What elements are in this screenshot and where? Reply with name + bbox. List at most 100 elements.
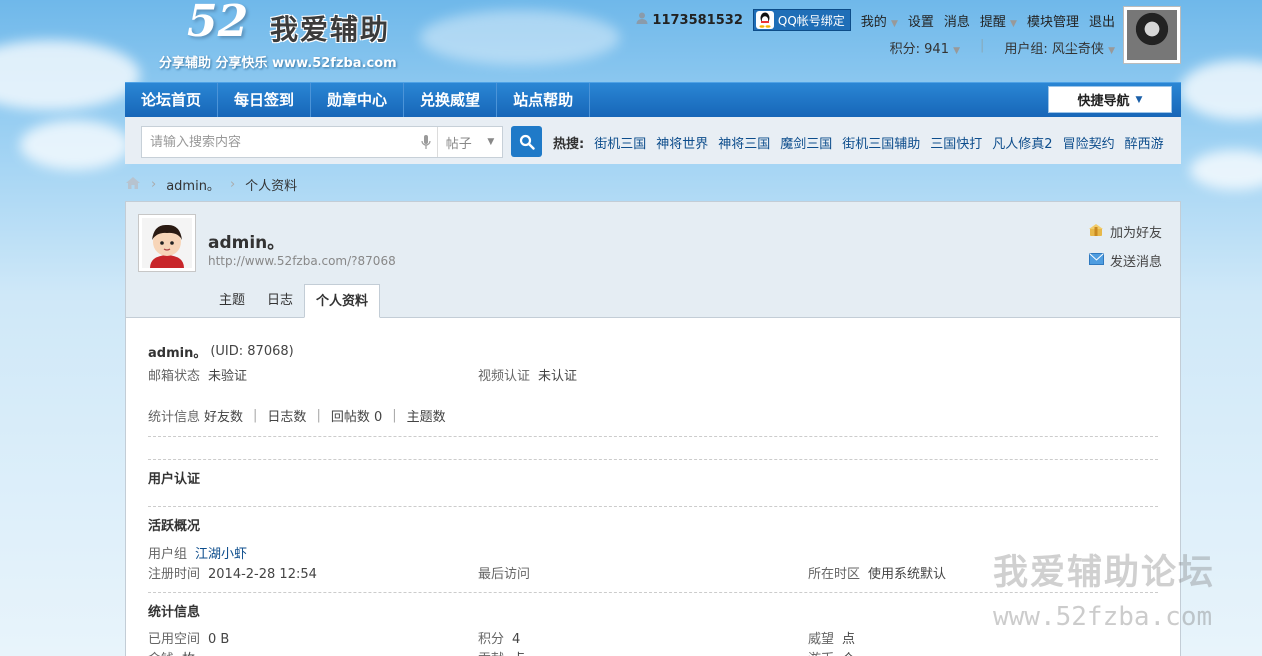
points-menu[interactable]: 积分: 941 ▼ — [890, 38, 960, 57]
home-icon[interactable] — [125, 176, 141, 194]
user-id-text: 1173581532 — [652, 12, 743, 28]
contribution-value: 点 — [512, 652, 525, 656]
hot-link[interactable]: 街机三国 — [594, 133, 646, 152]
search-type-value: 帖子 — [445, 136, 472, 152]
coin-value: 个 — [842, 652, 855, 656]
video-cert-label: 视频认证 — [478, 368, 531, 384]
user-icon — [635, 11, 649, 29]
chevron-down-icon: ▼ — [953, 46, 961, 56]
hot-searches: 热搜: 街机三国 神将世界 神将三国 魔剑三国 街机三国辅助 三国快打 凡人修真… — [553, 133, 1164, 152]
hot-link[interactable]: 三国快打 — [930, 133, 982, 152]
site-logo[interactable]: 52 我爱辅助 分享辅助 分享快乐 www.52fzba.com — [159, 0, 465, 74]
money-label: 金钱 — [148, 652, 174, 656]
qq-bind-label: QQ帐号绑定 — [777, 13, 845, 28]
blogs-count-link[interactable]: 日志数 — [267, 406, 306, 425]
remind-label: 提醒 — [979, 14, 1006, 30]
chevron-down-icon: ▼ — [1010, 18, 1017, 29]
logo-number: 52 — [187, 0, 249, 47]
settings-link[interactable]: 设置 — [908, 11, 934, 30]
module-manage-link[interactable]: 模块管理 — [1027, 11, 1079, 30]
group-link[interactable]: 江湖小虾 — [195, 543, 247, 562]
logout-link[interactable]: 退出 — [1089, 11, 1115, 30]
space-value: 0 B — [208, 631, 230, 647]
chevron-down-icon: ▼ — [890, 18, 898, 29]
replies-label: 回帖数 — [330, 409, 370, 425]
microphone-icon[interactable] — [415, 134, 437, 150]
last-visit-label: 最后访问 — [478, 566, 531, 582]
nav-item-home[interactable]: 论坛首页 — [125, 82, 219, 118]
coin-label: 游币 — [808, 652, 834, 656]
chevron-right-icon: › — [151, 177, 157, 192]
timezone-label: 所在时区 — [808, 566, 861, 582]
quick-nav-button[interactable]: 快捷导航 ▼ — [1048, 86, 1172, 113]
search-button[interactable] — [511, 126, 542, 157]
points-stat-value: 4 — [512, 631, 521, 647]
hot-link[interactable]: 凡人修真2 — [992, 133, 1052, 152]
qq-icon — [755, 11, 774, 29]
search-bar: 帖子 ▼ 热搜: 街机三国 神将世界 神将三国 魔剑三国 街机三国辅助 三国快打… — [125, 117, 1181, 164]
send-message-label: 发送消息 — [1109, 255, 1162, 270]
divider — [148, 459, 1158, 460]
hot-link[interactable]: 神将三国 — [718, 133, 770, 152]
search-icon — [519, 134, 535, 150]
nav-item-signin[interactable]: 每日签到 — [218, 82, 312, 118]
hot-link[interactable]: 冒险契约 — [1063, 133, 1115, 152]
friends-count-link[interactable]: 好友数 — [204, 406, 243, 425]
video-cert-value: 未认证 — [538, 368, 578, 384]
watermark-title: 我爱辅助论坛 — [993, 553, 1216, 593]
profile-avatar[interactable] — [138, 214, 196, 272]
user-stats-bar: 积分: 941 ▼ | 用户组: 风尘奇侠 ▼ — [890, 38, 1115, 57]
uid-value: (UID: 87068) — [210, 343, 294, 359]
nav-item-medals[interactable]: 勋章中心 — [311, 82, 405, 118]
qq-bind-button[interactable]: QQ帐号绑定 — [752, 9, 851, 31]
points-label: 积分: 941 — [889, 42, 949, 57]
search-box: 帖子 ▼ — [141, 126, 503, 158]
replies-count-link[interactable]: 回帖数 0 — [331, 406, 382, 425]
add-friend-label: 加为好友 — [1109, 226, 1162, 241]
email-status-value: 未验证 — [208, 368, 248, 384]
messages-link[interactable]: 消息 — [944, 11, 970, 30]
hot-link[interactable]: 神将世界 — [656, 133, 708, 152]
group-label: 用户组 — [148, 546, 188, 562]
user-group-menu[interactable]: 用户组: 风尘奇侠 ▼ — [1004, 38, 1115, 57]
divider: | — [980, 38, 985, 53]
caret-down-icon: ▼ — [1135, 94, 1143, 105]
envelope-icon — [1088, 252, 1104, 269]
my-menu[interactable]: 我的 ▼ — [861, 11, 898, 30]
search-input[interactable] — [142, 127, 415, 157]
my-menu-label: 我的 — [860, 14, 887, 30]
divider: | — [392, 407, 397, 423]
tab-blog[interactable]: 日志 — [256, 284, 304, 318]
hot-label: 热搜: — [553, 137, 585, 152]
breadcrumb-user[interactable]: admin。 — [166, 175, 220, 194]
avatar-image — [1127, 10, 1177, 60]
chevron-down-icon: ▼ — [1108, 46, 1115, 56]
breadcrumb: › admin。 › 个人资料 — [125, 175, 297, 194]
user-id[interactable]: 1173581532 — [635, 11, 743, 29]
reg-time-value: 2014-2-28 12:54 — [208, 566, 317, 582]
caret-down-icon: ▼ — [487, 137, 495, 147]
profile-url[interactable]: http://www.52fzba.com/?87068 — [208, 254, 396, 268]
divider — [148, 506, 1158, 507]
email-status-label: 邮箱状态 — [148, 368, 201, 384]
remind-menu[interactable]: 提醒 ▼ — [980, 11, 1017, 30]
hot-link[interactable]: 醉西游 — [1125, 133, 1164, 152]
quick-nav-label: 快捷导航 — [1077, 94, 1130, 109]
points-stat-label: 积分 — [478, 631, 505, 647]
hot-link[interactable]: 街机三国辅助 — [842, 133, 920, 152]
add-friend-button[interactable]: 加为好友 — [1088, 222, 1162, 241]
stats-label: 统计信息 — [148, 409, 201, 425]
divider: | — [316, 407, 321, 423]
threads-count-link[interactable]: 主题数 — [407, 406, 446, 425]
nav-item-help[interactable]: 站点帮助 — [497, 82, 591, 118]
search-type-select[interactable]: 帖子 ▼ — [437, 127, 502, 157]
tab-threads[interactable]: 主题 — [208, 284, 256, 318]
hot-link[interactable]: 魔剑三国 — [780, 133, 832, 152]
section-title-cert: 用户认证 — [148, 472, 201, 487]
tab-profile[interactable]: 个人资料 — [304, 284, 381, 318]
reg-time-label: 注册时间 — [148, 566, 201, 582]
send-message-button[interactable]: 发送消息 — [1088, 251, 1162, 270]
prestige-value: 点 — [842, 631, 856, 647]
header-avatar[interactable] — [1123, 6, 1181, 64]
nav-item-exchange[interactable]: 兑换威望 — [404, 82, 498, 118]
